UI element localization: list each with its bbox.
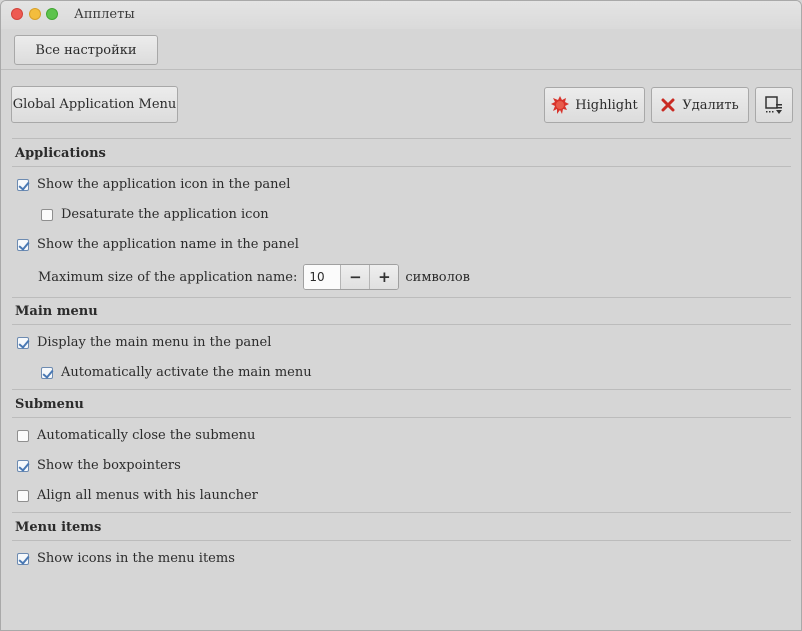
option-label: Desaturate the application icon — [61, 207, 269, 222]
section-title-applications: Applications — [15, 146, 106, 161]
maximize-window-button[interactable] — [46, 8, 58, 20]
option-label: Automatically close the submenu — [37, 428, 256, 443]
close-window-button[interactable] — [11, 8, 23, 20]
max-size-spinner: − + — [303, 264, 400, 290]
section-divider — [12, 417, 791, 418]
option-max-name-size: Maximum size of the application name: − … — [38, 264, 470, 290]
section-divider — [12, 512, 791, 513]
section-title-submenu: Submenu — [15, 397, 84, 412]
toolbar-divider — [1, 69, 801, 70]
section-divider — [12, 297, 791, 298]
option-show-menu-icons[interactable]: Show icons in the menu items — [17, 551, 235, 566]
option-label: Display the main menu in the panel — [37, 335, 272, 350]
export-settings-button[interactable] — [755, 87, 793, 123]
highlight-label: Highlight — [575, 97, 638, 113]
option-label: Show the application icon in the panel — [37, 177, 291, 192]
title-bar: Апплеты — [1, 1, 801, 29]
applet-selector-button[interactable]: Global Application Menu — [11, 86, 178, 123]
option-show-app-icon[interactable]: Show the application icon in the panel — [17, 177, 290, 192]
checkbox-auto-activate-menu[interactable] — [41, 366, 53, 379]
max-size-label: Maximum size of the application name: — [38, 269, 298, 285]
option-show-boxpointers[interactable]: Show the boxpointers — [17, 458, 181, 473]
export-settings-icon — [764, 95, 784, 115]
decrement-button[interactable]: − — [340, 265, 370, 289]
section-divider — [12, 540, 791, 541]
option-show-app-name[interactable]: Show the application name in the panel — [17, 237, 299, 252]
section-title-menu-items: Menu items — [15, 520, 102, 535]
checkbox-auto-close-submenu[interactable] — [17, 429, 29, 442]
checkbox-display-main-menu[interactable] — [17, 336, 29, 349]
section-divider — [12, 138, 791, 139]
checkbox-desaturate-icon[interactable] — [41, 208, 53, 221]
settings-window: Апплеты Все настройки Global Application… — [0, 0, 802, 631]
increment-button[interactable]: + — [369, 265, 399, 289]
option-label: Show icons in the menu items — [37, 551, 235, 566]
checkbox-show-app-name[interactable] — [17, 238, 29, 251]
max-size-unit: символов — [405, 269, 470, 285]
option-label: Automatically activate the main menu — [61, 365, 312, 380]
checkbox-align-menus[interactable] — [17, 489, 29, 502]
option-label: Show the application name in the panel — [37, 237, 299, 252]
option-align-menus[interactable]: Align all menus with his launcher — [17, 488, 258, 503]
highlight-starburst-icon — [551, 96, 570, 114]
option-display-main-menu[interactable]: Display the main menu in the panel — [17, 335, 271, 350]
section-divider — [12, 324, 791, 325]
checkbox-show-menu-icons[interactable] — [17, 552, 29, 565]
option-label: Align all menus with his launcher — [37, 488, 258, 503]
remove-x-icon — [661, 98, 675, 112]
section-divider — [12, 389, 791, 390]
option-auto-activate-menu[interactable]: Automatically activate the main menu — [41, 365, 312, 380]
remove-applet-button[interactable]: Удалить — [651, 87, 749, 123]
checkbox-show-app-icon[interactable] — [17, 178, 29, 191]
highlight-button[interactable]: Highlight — [544, 87, 645, 123]
option-auto-close-submenu[interactable]: Automatically close the submenu — [17, 428, 255, 443]
checkbox-show-boxpointers[interactable] — [17, 459, 29, 472]
window-title: Апплеты — [74, 7, 135, 22]
option-desaturate-icon[interactable]: Desaturate the application icon — [41, 207, 269, 222]
minimize-window-button[interactable] — [29, 8, 41, 20]
option-label: Show the boxpointers — [37, 458, 181, 473]
section-title-main-menu: Main menu — [15, 304, 98, 319]
all-settings-button[interactable]: Все настройки — [14, 35, 158, 65]
section-divider — [12, 166, 791, 167]
max-size-input[interactable] — [304, 265, 341, 289]
remove-label: Удалить — [682, 97, 739, 113]
